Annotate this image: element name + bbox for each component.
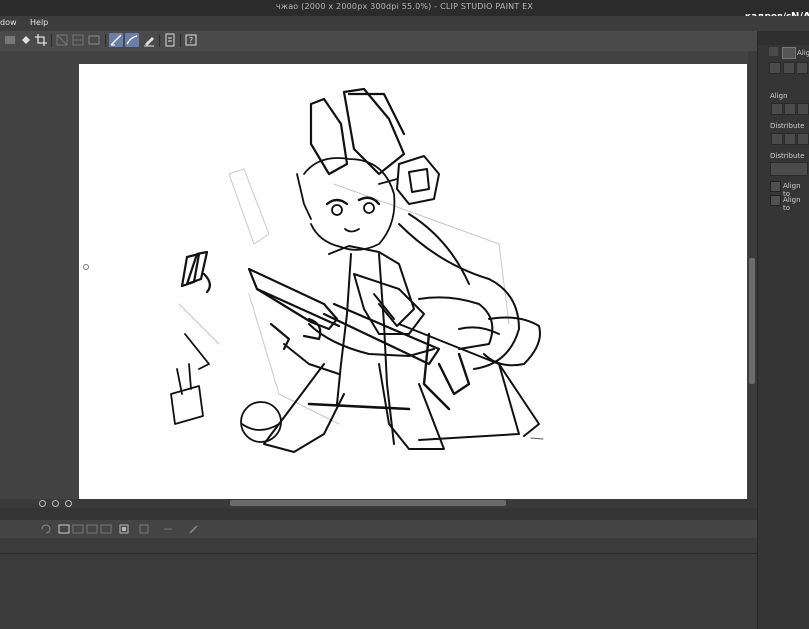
align-to-label-2: Align to [783,196,801,212]
cel-icon[interactable] [100,523,112,535]
reset-view-icon[interactable] [51,499,60,508]
align-left-button[interactable] [771,103,783,115]
distribute-right-button[interactable] [797,133,809,145]
file-icon[interactable] [163,33,177,47]
align-to-checkbox-2[interactable] [770,195,781,206]
align-left-icon[interactable] [783,62,795,74]
pencil-icon[interactable] [188,523,200,535]
distribute-evenly-button[interactable] [770,162,808,176]
cel-icon[interactable] [72,523,84,535]
frame-icon[interactable] [87,33,101,47]
pen-pressure-icon[interactable] [142,33,156,47]
menu-bar [0,16,809,31]
toolbar-separator [159,34,160,47]
new-cel-icon[interactable] [58,523,70,535]
grid-icon[interactable] [55,33,69,47]
toolbar-separator [51,34,52,47]
crop-icon[interactable] [34,33,48,47]
loop-icon[interactable] [40,523,52,535]
align-center-icon[interactable] [796,62,808,74]
menu-window[interactable]: dow [0,18,17,27]
timeline-toolbar [0,520,757,539]
horizontal-scroll-thumb[interactable] [230,500,506,506]
ruler-icon[interactable] [71,33,85,47]
window-title: чжао (2000 x 2000px 300dpi 55.0%) - CLIP… [275,2,534,11]
timeline-body[interactable] [0,538,757,629]
onion-skin-icon[interactable] [118,523,130,535]
panel-tab-label[interactable]: Alig [797,49,809,57]
cel-icon[interactable] [86,523,98,535]
layer-icon[interactable] [3,33,17,47]
vector-snap-icon[interactable] [125,33,139,47]
toolbar-separator [180,34,181,47]
svg-text:?: ? [189,36,193,45]
panel-menu-icon[interactable] [769,47,778,56]
right-panel [757,31,809,629]
fill-icon[interactable] [19,33,33,47]
menu-help[interactable]: Help [30,18,48,27]
rotate-left-icon[interactable] [38,499,47,508]
layer-link-icon[interactable] [162,523,174,535]
brush-cursor [83,264,89,270]
align-to-checkbox-1[interactable] [770,181,781,192]
vertical-scroll-thumb[interactable] [749,258,755,384]
align-hcenter-button[interactable] [784,103,796,115]
timeline-divider [0,553,757,554]
panel-header [758,31,809,45]
align-right-button[interactable] [797,103,809,115]
help-icon[interactable]: ? [184,33,198,47]
align-layer-icon[interactable] [769,62,781,74]
timeline-header [0,508,757,520]
toolbar-separator [105,34,106,47]
rotate-right-icon[interactable] [64,499,73,508]
distribute-left-button[interactable] [771,133,783,145]
align-tab-icon[interactable] [782,47,796,59]
distribute-section-label: Distribute [770,122,805,130]
sketch-drawing [170,87,544,453]
stabilizer-icon[interactable] [109,33,123,47]
distribute-center-button[interactable] [784,133,796,145]
keyframe-icon[interactable] [138,523,150,535]
align-section-label: Align [770,92,788,100]
